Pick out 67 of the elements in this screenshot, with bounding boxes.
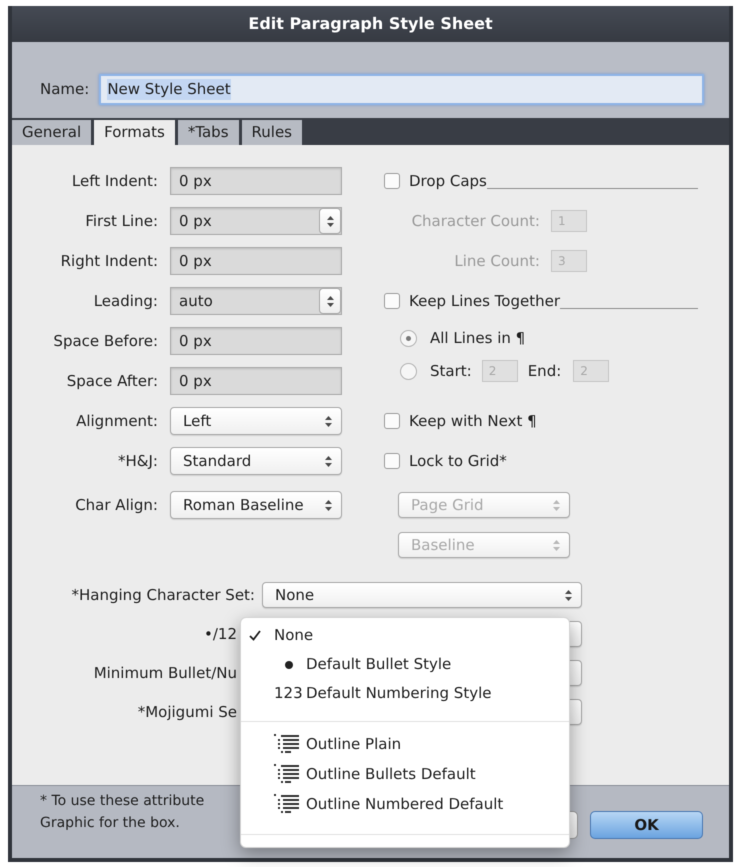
field-label: Line Count:: [453, 254, 540, 268]
field-label: *Hanging Character Set:: [70, 588, 255, 602]
text-field[interactable]: 0 px: [170, 327, 342, 355]
menu-item[interactable]: Default Bullet Style: [241, 650, 569, 679]
field-label: Alignment:: [75, 414, 158, 428]
field-label: Space After:: [66, 374, 158, 388]
up-down-arrows-icon: [553, 540, 560, 550]
up-down-arrows-icon: [553, 500, 560, 510]
checkbox-label: Keep Lines Together: [409, 294, 560, 308]
radio-button[interactable]: [400, 362, 417, 380]
field-label: *Mojigumi Se: [138, 704, 237, 720]
checkbox-label: Lock to Grid*: [409, 454, 507, 468]
outline-list-icon: [274, 733, 299, 755]
stepper-button[interactable]: [319, 208, 341, 234]
name-field[interactable]: New Style Sheet: [99, 74, 704, 105]
field-label: •/12: [204, 626, 237, 642]
text-field[interactable]: 0 px: [170, 167, 342, 195]
checkbox-label: Drop Caps: [409, 174, 487, 188]
field-label: Right Indent:: [60, 254, 158, 268]
outline-list-icon: [274, 763, 299, 785]
text-field[interactable]: 0 px: [170, 247, 342, 275]
field-label: Character Count:: [410, 214, 540, 228]
up-down-arrows-icon: [325, 416, 332, 426]
outline-list-icon: [274, 793, 299, 815]
dropdown-select[interactable]: None: [262, 582, 582, 608]
up-down-arrows-icon: [325, 500, 332, 510]
checkbox[interactable]: [384, 293, 400, 309]
field-label: First Line:: [84, 214, 158, 228]
dropdown-select[interactable]: Left: [170, 407, 342, 435]
combo-field[interactable]: auto: [170, 287, 342, 315]
field-label: Left Indent:: [70, 174, 158, 188]
field-label: Name:: [40, 79, 90, 100]
combo-field[interactable]: 0 px: [170, 207, 342, 235]
field-label: Char Align:: [74, 498, 158, 512]
radio-label: Start:: [430, 364, 472, 378]
field-label: Minimum Bullet/Nu: [94, 666, 237, 680]
field-label: *H&J:: [117, 454, 158, 468]
window-title: Edit Paragraph Style Sheet: [248, 13, 493, 35]
ok-button[interactable]: OK: [590, 811, 703, 839]
tab[interactable]: *Tabs: [178, 120, 239, 145]
checkbox[interactable]: [384, 453, 400, 469]
stepper-button[interactable]: [319, 288, 341, 314]
menu-item[interactable]: Outline Plain: [241, 729, 569, 759]
checkbox-label: Keep with Next ¶: [409, 414, 537, 428]
radio-button[interactable]: [400, 330, 417, 346]
tab[interactable]: Rules: [242, 120, 302, 145]
radio-label: All Lines in ¶: [430, 330, 526, 346]
menu-item[interactable]: 123 Default Numbering Style: [241, 679, 569, 708]
tab[interactable]: Formats: [94, 120, 175, 145]
bullet-icon: [285, 660, 293, 668]
up-down-arrows-icon: [565, 590, 572, 600]
up-down-arrows-icon: [326, 216, 334, 226]
footnote-text: * To use these attribute Graphic for the box.: [39, 792, 204, 833]
field-label: Leading:: [92, 294, 158, 308]
field-label: End:: [528, 364, 562, 378]
dropdown-select[interactable]: Standard: [170, 447, 342, 475]
checkbox[interactable]: [384, 413, 400, 429]
tab[interactable]: General: [12, 120, 92, 145]
dropdown-select[interactable]: Roman Baseline: [170, 491, 342, 519]
menu-item[interactable]: None: [241, 621, 569, 650]
up-down-arrows-icon: [325, 456, 332, 466]
checkbox[interactable]: [384, 173, 400, 189]
text-field[interactable]: 0 px: [170, 367, 342, 395]
menu-item[interactable]: Outline Numbered Default: [241, 789, 569, 819]
menu-item[interactable]: Outline Bullets Default: [241, 759, 569, 789]
field-label: Space Before:: [52, 334, 158, 348]
up-down-arrows-icon: [326, 296, 334, 306]
